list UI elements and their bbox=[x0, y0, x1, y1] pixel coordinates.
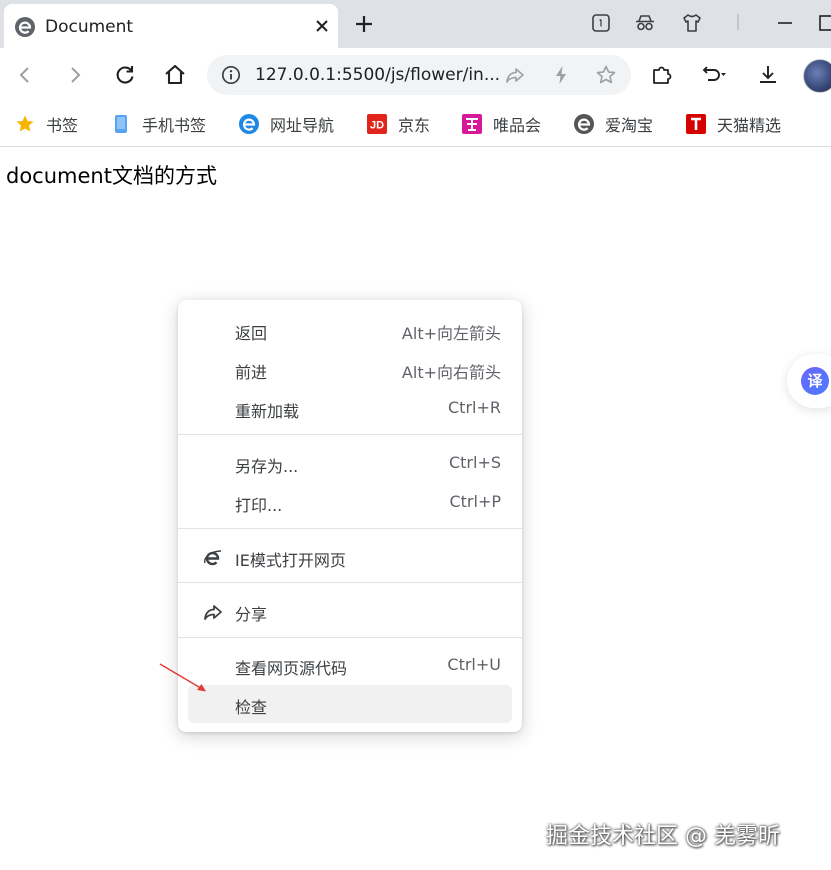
bookmark-item-mobile[interactable]: 手机书签 bbox=[110, 111, 206, 137]
menu-divider bbox=[178, 528, 522, 529]
undo-close-tab-icon[interactable] bbox=[700, 62, 726, 88]
vip-logo-icon bbox=[462, 114, 482, 134]
bookmark-item-jd[interactable]: JD 京东 bbox=[366, 111, 430, 137]
menu-item-label: 返回 bbox=[235, 324, 268, 343]
bookmark-label: 京东 bbox=[398, 116, 431, 135]
site-info-icon[interactable] bbox=[221, 65, 241, 85]
share-arrow-icon bbox=[204, 605, 222, 620]
menu-item-label: IE模式打开网页 bbox=[235, 551, 346, 570]
bookmark-item-tmall[interactable]: 天猫精选 bbox=[685, 111, 781, 137]
download-icon[interactable] bbox=[755, 62, 781, 88]
context-menu: 返回 Alt+向左箭头 前进 Alt+向右箭头 重新加载 Ctrl+R 另存为.… bbox=[178, 300, 522, 732]
red-annotation-arrow-icon bbox=[159, 663, 206, 692]
lightning-icon[interactable] bbox=[549, 63, 573, 87]
menu-item-label: 查看网页源代码 bbox=[235, 659, 348, 678]
tab-document[interactable]: Document bbox=[4, 4, 338, 48]
bookmark-label: 天猫精选 bbox=[717, 116, 782, 135]
close-icon[interactable] bbox=[312, 16, 332, 36]
shirt-skin-icon[interactable] bbox=[680, 11, 704, 35]
menu-item-back[interactable]: 返回 Alt+向左箭头 bbox=[188, 311, 512, 349]
menu-item-view-source[interactable]: 查看网页源代码 Ctrl+U bbox=[188, 646, 512, 684]
menu-item-shortcut: Ctrl+P bbox=[449, 492, 501, 511]
tabstrip-divider bbox=[737, 14, 739, 30]
tab-title: Document bbox=[45, 17, 134, 37]
menu-item-shortcut: Ctrl+S bbox=[448, 453, 501, 472]
address-bar[interactable]: 127.0.0.1:5500/js/flower/in... bbox=[207, 55, 631, 95]
bookmark-label: 手机书签 bbox=[142, 116, 207, 135]
bookmark-label: 书签 bbox=[46, 116, 79, 135]
menu-item-label: 重新加载 bbox=[235, 402, 300, 421]
page-heading: document文档的方式 bbox=[6, 164, 217, 188]
phone-icon bbox=[115, 115, 127, 133]
bookmark-label: 网址导航 bbox=[270, 116, 335, 135]
menu-item-shortcut: Alt+向右箭头 bbox=[401, 363, 501, 382]
bookmark-item-nav[interactable]: 网址导航 bbox=[238, 111, 334, 137]
menu-item-shortcut: Ctrl+R bbox=[448, 398, 501, 417]
menu-item-label: 打印... bbox=[235, 496, 283, 515]
forward-icon[interactable] bbox=[62, 62, 88, 88]
menu-item-save-as[interactable]: 另存为... Ctrl+S bbox=[188, 444, 512, 482]
menu-item-ie-mode[interactable]: IE模式打开网页 bbox=[188, 538, 512, 576]
bookmark-item-shuqian[interactable]: 书签 bbox=[14, 111, 78, 137]
tab-strip: Document bbox=[0, 0, 831, 48]
tmall-logo-icon bbox=[686, 114, 706, 134]
menu-item-label: 另存为... bbox=[235, 457, 299, 476]
edge-e-icon bbox=[239, 114, 259, 134]
menu-item-label: 检查 bbox=[235, 698, 268, 717]
browser-logo-icon bbox=[15, 17, 35, 37]
menu-item-reload[interactable]: 重新加载 Ctrl+R bbox=[188, 389, 512, 427]
menu-item-label: 分享 bbox=[235, 605, 268, 624]
ie-icon bbox=[204, 550, 222, 566]
bookmark-star-icon[interactable] bbox=[594, 63, 618, 87]
tab-count-icon[interactable] bbox=[589, 11, 613, 35]
translate-icon: 译 bbox=[801, 367, 829, 395]
menu-item-share[interactable]: 分享 bbox=[188, 592, 512, 630]
translate-button[interactable]: 译 bbox=[787, 354, 831, 408]
menu-item-label: 前进 bbox=[235, 363, 268, 382]
jd-logo-icon: JD bbox=[367, 114, 387, 134]
svg-text:JD: JD bbox=[370, 120, 384, 132]
menu-divider bbox=[178, 582, 522, 583]
incognito-glasses-icon[interactable] bbox=[633, 11, 657, 35]
bookmark-item-vip[interactable]: 唯品会 bbox=[461, 111, 541, 137]
menu-item-forward[interactable]: 前进 Alt+向右箭头 bbox=[188, 350, 512, 388]
toolbar: 127.0.0.1:5500/js/flower/in... bbox=[0, 48, 831, 102]
star-icon bbox=[16, 115, 34, 132]
bookmark-label: 唯品会 bbox=[493, 116, 542, 135]
minimize-icon[interactable] bbox=[773, 11, 797, 35]
bookmark-label: 爱淘宝 bbox=[605, 116, 654, 135]
menu-item-print[interactable]: 打印... Ctrl+P bbox=[188, 483, 512, 521]
bookmarks-bar: 书签 手机书签 网址导航 JD 京东 唯品会 爱淘宝 天猫精选 bbox=[0, 102, 831, 147]
bookmark-item-taobao[interactable]: 爱淘宝 bbox=[573, 111, 653, 137]
watermark: 掘金技术社区 @ 羌雾昕 bbox=[546, 824, 780, 849]
profile-avatar[interactable] bbox=[803, 59, 831, 93]
home-icon[interactable] bbox=[162, 62, 188, 88]
url-text[interactable]: 127.0.0.1:5500/js/flower/in... bbox=[255, 65, 500, 85]
menu-item-inspect[interactable]: 检查 bbox=[188, 685, 512, 723]
extensions-puzzle-icon[interactable] bbox=[649, 62, 675, 88]
share-page-icon[interactable] bbox=[503, 63, 527, 87]
menu-item-shortcut: Alt+向左箭头 bbox=[401, 324, 501, 343]
maximize-icon[interactable] bbox=[815, 11, 831, 35]
new-tab-icon[interactable] bbox=[352, 12, 376, 36]
back-icon[interactable] bbox=[12, 62, 38, 88]
menu-divider bbox=[178, 434, 522, 435]
taobao-e-icon bbox=[574, 114, 594, 134]
menu-item-shortcut: Ctrl+U bbox=[447, 655, 501, 674]
menu-divider bbox=[178, 637, 522, 638]
reload-icon[interactable] bbox=[112, 62, 138, 88]
